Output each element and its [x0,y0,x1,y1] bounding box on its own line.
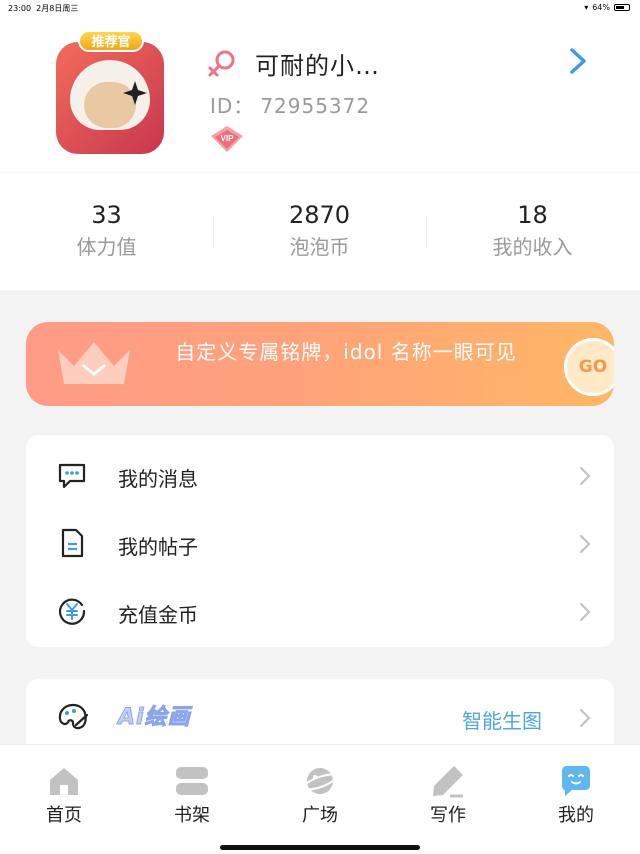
stats-row: 33 体力值 2870 泡泡币 18 我的收入 [0,172,640,290]
tab-write[interactable]: 写作 [384,763,512,827]
vip-badge-text: VIP [221,134,235,143]
chevron-right-icon [579,534,591,554]
status-time: 23:00 2月8日周三 [8,4,79,13]
chevron-right-icon [579,708,591,728]
tab-mine[interactable]: 我的 [512,763,640,827]
battery-percent: 64% [592,3,610,12]
tab-home[interactable]: 首页 [0,763,128,827]
menu-item-recharge[interactable]: 充值金币 [26,575,614,643]
nameplate-banner[interactable]: 自定义专属铭牌，idol 名称一眼可见 GO [26,322,614,406]
menu-item-label: 我的消息 [118,467,198,491]
menu-item-label: 我的帖子 [118,535,198,559]
tab-bookshelf[interactable]: 书架 [128,763,256,827]
home-icon [50,768,78,795]
status-right: ▾ 64% [584,3,630,12]
tab-label: 我的 [558,805,594,826]
document-icon [61,528,84,558]
chevron-right-icon [579,466,591,486]
angry-mark-icon [123,81,147,105]
chat-face-icon [562,766,590,796]
tab-label: 书架 [174,805,210,826]
ai-painting-title: Ai绘画 [118,705,191,731]
home-indicator[interactable] [220,845,420,850]
tab-label: 广场 [302,805,338,826]
stat-value: 2870 [288,201,351,229]
pen-icon [433,766,463,798]
stat-label: 泡泡币 [289,235,350,259]
nickname: 可耐的小… [255,52,380,80]
stat-bubble-coins[interactable]: 2870 泡泡币 [213,201,426,260]
menu-item-label: 充值金币 [118,603,198,627]
stat-stamina[interactable]: 33 体力值 [0,201,213,260]
avatar[interactable]: 推荐官 [56,30,164,156]
stat-income[interactable]: 18 我的收入 [426,201,639,260]
bottom-tab-bar: 首页 书架 广场 写作 我的 [0,744,640,854]
stat-label: 我的收入 [492,235,573,259]
avatar-recommender-badge: 推荐官 [78,30,144,52]
avatar-frame [56,42,164,154]
message-icon [58,463,86,489]
menu-item-messages[interactable]: 我的消息 [26,439,614,507]
chevron-right-icon [579,602,591,622]
stat-label: 体力值 [76,235,137,259]
ai-painting-subtitle: 智能生图 [462,709,542,733]
menu-card: 我的消息 我的帖子 充值金币 [26,435,614,647]
menu-item-posts[interactable]: 我的帖子 [26,507,614,575]
stat-value: 33 [91,201,122,229]
vip-badge-icon[interactable]: VIP [209,124,245,154]
tab-square[interactable]: 广场 [256,763,384,827]
profile-header[interactable]: 推荐官 可耐的小… ID： 72955372 VIP [0,16,640,172]
wifi-icon: ▾ [584,3,589,12]
stat-value: 18 [517,201,548,229]
tab-label: 首页 [46,805,82,826]
crown-icon [58,342,130,384]
go-button[interactable]: GO [564,338,614,396]
yuan-coin-icon [58,598,86,625]
bookshelf-icon [176,767,208,795]
battery-icon [614,4,630,11]
tab-label: 写作 [430,805,466,826]
chevron-right-icon[interactable] [564,46,590,76]
palette-icon [58,703,89,730]
user-id: ID： 72955372 [210,94,371,118]
banner-text: 自定义专属铭牌，idol 名称一眼可见 [175,340,517,364]
planet-icon [302,768,338,794]
female-gender-icon [208,50,235,77]
status-bar: 23:00 2月8日周三 ▾ 64% [0,0,640,16]
user-id-value: 72955372 [260,94,371,118]
